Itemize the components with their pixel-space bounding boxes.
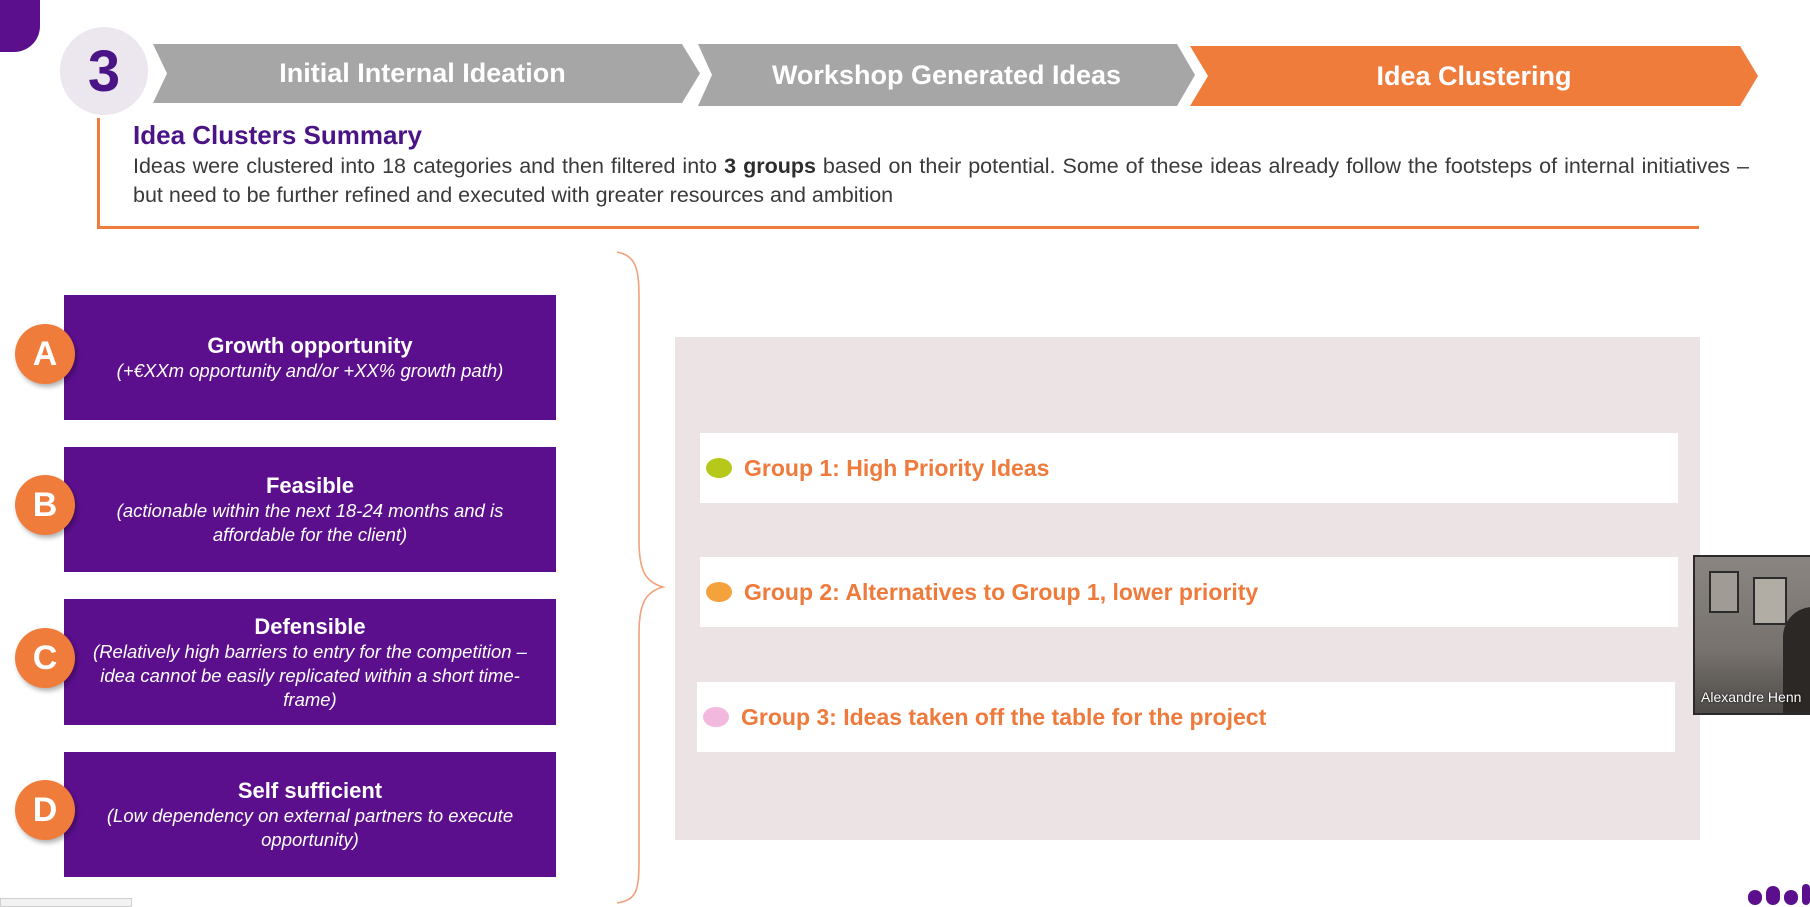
step-arrow-initial-internal-ideation: Initial Internal Ideation bbox=[153, 44, 700, 103]
criterion-box-growth-opportunity: Growth opportunity (+€XXm opportunity an… bbox=[64, 295, 556, 420]
criterion-box-self-sufficient: Self sufficient (Low dependency on exter… bbox=[64, 752, 556, 877]
step-number-badge: 3 bbox=[60, 27, 148, 115]
step-label: Initial Internal Ideation bbox=[279, 58, 566, 88]
pink-dot-icon bbox=[703, 707, 729, 727]
summary-title: Idea Clusters Summary bbox=[133, 120, 423, 150]
criterion-subtitle: (+€XXm opportunity and/or +XX% growth pa… bbox=[116, 360, 504, 381]
group-label: Group 2: Alternatives to Group 1, lower … bbox=[744, 578, 1259, 605]
criterion-subtitle: (Low dependency on external partners to … bbox=[106, 805, 514, 850]
step-label: Idea Clustering bbox=[1376, 60, 1572, 91]
criterion-badge-c: C bbox=[15, 628, 75, 688]
orange-dot-icon bbox=[706, 582, 732, 602]
video-participant-tile[interactable]: Alexandre Henn bbox=[1693, 555, 1810, 715]
criterion-box-defensible: Defensible (Relatively high barriers to … bbox=[64, 599, 556, 725]
criterion-title: Defensible bbox=[254, 613, 366, 639]
green-dot-icon bbox=[706, 458, 732, 478]
corner-tab bbox=[0, 0, 40, 52]
group-row-3: Group 3: Ideas taken off the table for t… bbox=[697, 682, 1675, 752]
criterion-subtitle: (Relatively high barriers to entry for t… bbox=[93, 640, 527, 710]
criterion-title: Growth opportunity bbox=[207, 333, 413, 358]
criterion-badge-d: D bbox=[15, 780, 75, 840]
criterion-title: Feasible bbox=[265, 473, 355, 498]
step-label: Workshop Generated Ideas bbox=[771, 59, 1122, 90]
summary-bold-groups: 3 groups bbox=[724, 154, 816, 178]
criterion-box-feasible: Feasible (actionable within the next 18-… bbox=[64, 447, 556, 572]
picture-frame bbox=[1709, 571, 1739, 613]
step-arrow-idea-clustering: Idea Clustering bbox=[1190, 46, 1758, 106]
step-arrow-workshop-generated-ideas: Workshop Generated Ideas bbox=[698, 44, 1195, 106]
groups-panel: Group 1: High Priority Ideas Group 2: Al… bbox=[675, 337, 1700, 840]
curly-brace-icon bbox=[616, 251, 666, 904]
bottom-left-tab[interactable] bbox=[0, 898, 132, 907]
brand-logo-icon bbox=[1748, 884, 1810, 905]
participant-name: Alexandre Henn bbox=[1701, 689, 1802, 705]
group-row-2: Group 2: Alternatives to Group 1, lower … bbox=[700, 557, 1678, 627]
criterion-badge-a: A bbox=[15, 324, 75, 384]
group-label: Group 3: Ideas taken off the table for t… bbox=[741, 703, 1267, 730]
summary-text: Ideas were clustered into 18 categories … bbox=[133, 154, 1749, 207]
criterion-subtitle: (actionable within the next 18-24 months… bbox=[116, 500, 504, 545]
criterion-title: Self sufficient bbox=[237, 778, 383, 803]
picture-frame bbox=[1753, 577, 1787, 625]
group-row-1: Group 1: High Priority Ideas bbox=[700, 433, 1678, 503]
criterion-badge-b: B bbox=[15, 475, 75, 535]
group-label: Group 1: High Priority Ideas bbox=[744, 454, 1050, 481]
